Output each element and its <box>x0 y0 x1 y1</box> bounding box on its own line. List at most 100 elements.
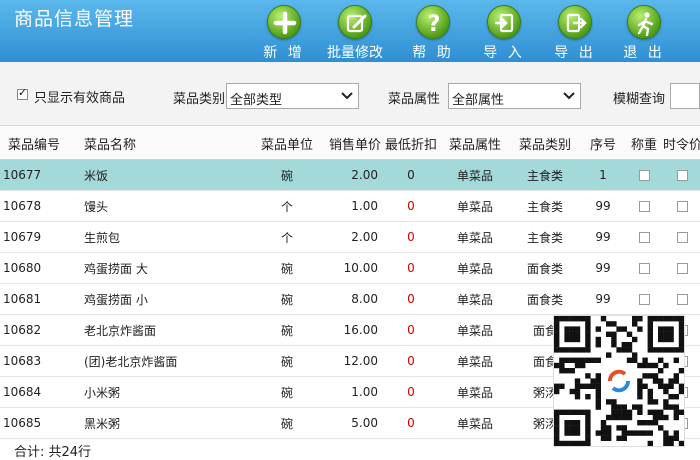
cell-unit: 个 <box>280 230 293 245</box>
cell-discount: 0 <box>407 323 415 337</box>
seasonal-checkbox[interactable] <box>677 169 688 181</box>
header-price[interactable]: 销售单价 <box>326 127 384 159</box>
export-button-label: 导 出 <box>554 45 596 61</box>
only-valid-label: 只显示有效商品 <box>34 91 126 106</box>
table-row[interactable]: 10681 鸡蛋捞面 小 碗 8.00 0 单菜品 面食类 99 <box>0 284 700 315</box>
cell-code: 10683 <box>3 354 42 368</box>
header-discount[interactable]: 最低折扣 <box>384 127 438 159</box>
cell-unit: 碗 <box>280 292 293 307</box>
table-row[interactable]: 10678 馒头 个 1.00 0 单菜品 主食类 99 <box>0 191 700 222</box>
cell-code: 10681 <box>3 292 42 306</box>
header-category[interactable]: 菜品类别 <box>515 127 575 159</box>
exit-button-label: 退 出 <box>623 45 665 61</box>
only-valid-checkbox[interactable] <box>17 86 28 100</box>
batch-edit-button[interactable]: 批量修改 <box>326 5 384 62</box>
cell-name: 馒头 <box>84 199 109 214</box>
cell-seasonal <box>677 284 688 314</box>
import-button-label: 导 入 <box>483 45 525 61</box>
cell-discount: 0 <box>407 416 415 430</box>
cell-seq: 99 <box>595 230 611 244</box>
table-row[interactable]: 10679 生煎包 个 2.00 0 单菜品 主食类 99 <box>0 222 700 253</box>
cell-price: 12.00 <box>343 354 378 368</box>
seasonal-checkbox[interactable] <box>677 293 688 305</box>
cell-price: 16.00 <box>343 323 378 337</box>
header-seasonal[interactable]: 时令价 <box>663 127 700 159</box>
cell-name: 小米粥 <box>84 385 121 400</box>
app-header: 商品信息管理 新 增 批量修改 ? 帮 助 导 入 导 出 退 出 <box>0 0 700 62</box>
cell-category: 主食类 <box>526 230 563 245</box>
header-code[interactable]: 菜品编号 <box>8 127 78 159</box>
seasonal-checkbox[interactable] <box>677 262 688 274</box>
cell-attr: 单菜品 <box>456 323 493 338</box>
cell-weigh <box>639 253 650 283</box>
seasonal-checkbox[interactable] <box>677 200 688 212</box>
cell-seq: 99 <box>595 261 611 275</box>
filter-bar: 只显示有效商品 菜品类别 全部类型 菜品属性 全部属性 模糊查询 <box>0 62 700 126</box>
export-icon <box>558 5 592 39</box>
weigh-checkbox[interactable] <box>639 262 650 274</box>
weigh-checkbox[interactable] <box>639 293 650 305</box>
header-seq[interactable]: 序号 <box>585 127 621 159</box>
fuzzy-search-input[interactable] <box>670 83 700 109</box>
cell-discount: 0 <box>407 385 415 399</box>
cell-seasonal <box>677 253 688 283</box>
cell-category: 主食类 <box>526 199 563 214</box>
seasonal-checkbox[interactable] <box>677 231 688 243</box>
cell-unit: 个 <box>280 199 293 214</box>
cell-seq: 99 <box>595 199 611 213</box>
export-button[interactable]: 导 出 <box>546 5 604 62</box>
cell-unit: 碗 <box>280 168 293 183</box>
cell-attr: 单菜品 <box>456 261 493 276</box>
header-name[interactable]: 菜品名称 <box>84 127 204 159</box>
cell-unit: 碗 <box>280 323 293 338</box>
cell-code: 10680 <box>3 261 42 275</box>
cell-unit: 碗 <box>280 385 293 400</box>
cell-weigh <box>639 284 650 314</box>
weigh-checkbox[interactable] <box>639 231 650 243</box>
import-icon <box>487 5 521 39</box>
help-button[interactable]: ? 帮 助 <box>404 5 462 62</box>
weigh-checkbox[interactable] <box>639 169 650 181</box>
weigh-checkbox[interactable] <box>639 200 650 212</box>
table-header: 菜品编号 菜品名称 菜品单位 销售单价 最低折扣 菜品属性 菜品类别 序号 称重… <box>0 127 700 160</box>
add-button[interactable]: 新 增 <box>255 5 313 62</box>
cell-price: 1.00 <box>351 199 378 213</box>
cell-attr: 单菜品 <box>456 354 493 369</box>
help-icon: ? <box>416 5 450 39</box>
header-attr[interactable]: 菜品属性 <box>445 127 505 159</box>
exit-button[interactable]: 退 出 <box>615 5 673 62</box>
cell-attr: 单菜品 <box>456 168 493 183</box>
table-row[interactable]: 10680 鸡蛋捞面 大 碗 10.00 0 单菜品 面食类 99 <box>0 253 700 284</box>
cell-discount: 0 <box>407 261 415 275</box>
chevron-down-icon <box>341 92 353 100</box>
attribute-select-value: 全部属性 <box>452 93 505 108</box>
attribute-select[interactable]: 全部属性 <box>448 83 581 109</box>
cell-code: 10678 <box>3 199 42 213</box>
cell-name: 鸡蛋捞面 大 <box>84 261 148 276</box>
cell-category: 面食类 <box>526 261 563 276</box>
import-button[interactable]: 导 入 <box>475 5 533 62</box>
page-title: 商品信息管理 <box>14 8 135 30</box>
cell-name: 生煎包 <box>84 230 121 245</box>
cell-unit: 碗 <box>280 354 293 369</box>
help-button-label: 帮 助 <box>412 45 454 61</box>
cell-code: 10677 <box>3 168 42 182</box>
category-select[interactable]: 全部类型 <box>226 83 359 109</box>
cell-name: (团)老北京炸酱面 <box>84 354 178 369</box>
table-row[interactable]: 10677 米饭 碗 2.00 0 单菜品 主食类 1 <box>0 160 700 191</box>
cell-code: 10684 <box>3 385 42 399</box>
header-weigh[interactable]: 称重 <box>627 127 661 159</box>
cell-code: 10682 <box>3 323 42 337</box>
cell-attr: 单菜品 <box>456 385 493 400</box>
cell-price: 1.00 <box>351 385 378 399</box>
cell-discount: 0 <box>407 199 415 213</box>
cell-discount: 0 <box>407 230 415 244</box>
header-unit[interactable]: 菜品单位 <box>258 127 316 159</box>
cell-unit: 碗 <box>280 261 293 276</box>
attribute-label: 菜品属性 <box>388 92 441 107</box>
cell-category: 主食类 <box>526 168 563 183</box>
cell-attr: 单菜品 <box>456 199 493 214</box>
chevron-down-icon <box>563 92 575 100</box>
cell-price: 2.00 <box>351 230 378 244</box>
cell-name: 黑米粥 <box>84 416 121 431</box>
